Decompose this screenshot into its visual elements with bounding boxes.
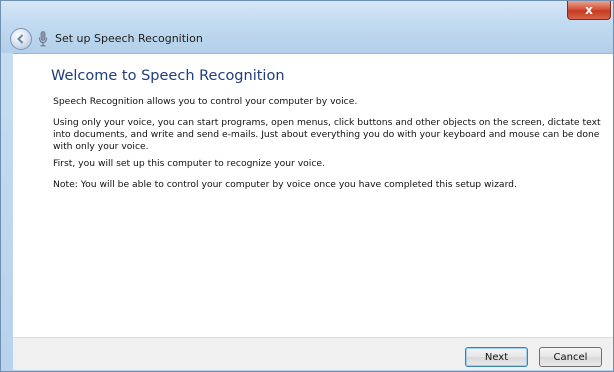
note-paragraph: Note: You will be able to control your c…: [53, 179, 517, 190]
close-icon: x: [585, 3, 593, 17]
setup-paragraph: First, you will set up this computer to …: [53, 158, 325, 169]
description-paragraph: Using only your voice, you can start pro…: [53, 117, 601, 152]
page-heading: Welcome to Speech Recognition: [51, 68, 285, 84]
wizard-content: Welcome to Speech Recognition Speech Rec…: [13, 53, 613, 337]
button-bar: Next Cancel: [13, 337, 613, 370]
next-button[interactable]: Next: [465, 347, 528, 367]
back-arrow-icon: [17, 34, 24, 44]
window-title: Set up Speech Recognition: [55, 32, 203, 45]
intro-paragraph: Speech Recognition allows you to control…: [53, 96, 358, 107]
cancel-button[interactable]: Cancel: [539, 347, 602, 367]
close-button[interactable]: x: [567, 1, 611, 20]
back-button[interactable]: [10, 28, 32, 50]
title-bar: x Set up Speech Recognition: [1, 1, 613, 53]
microphone-icon: [39, 31, 47, 47]
wizard-window: x Set up Speech Recognition Welcome to S…: [0, 0, 614, 372]
